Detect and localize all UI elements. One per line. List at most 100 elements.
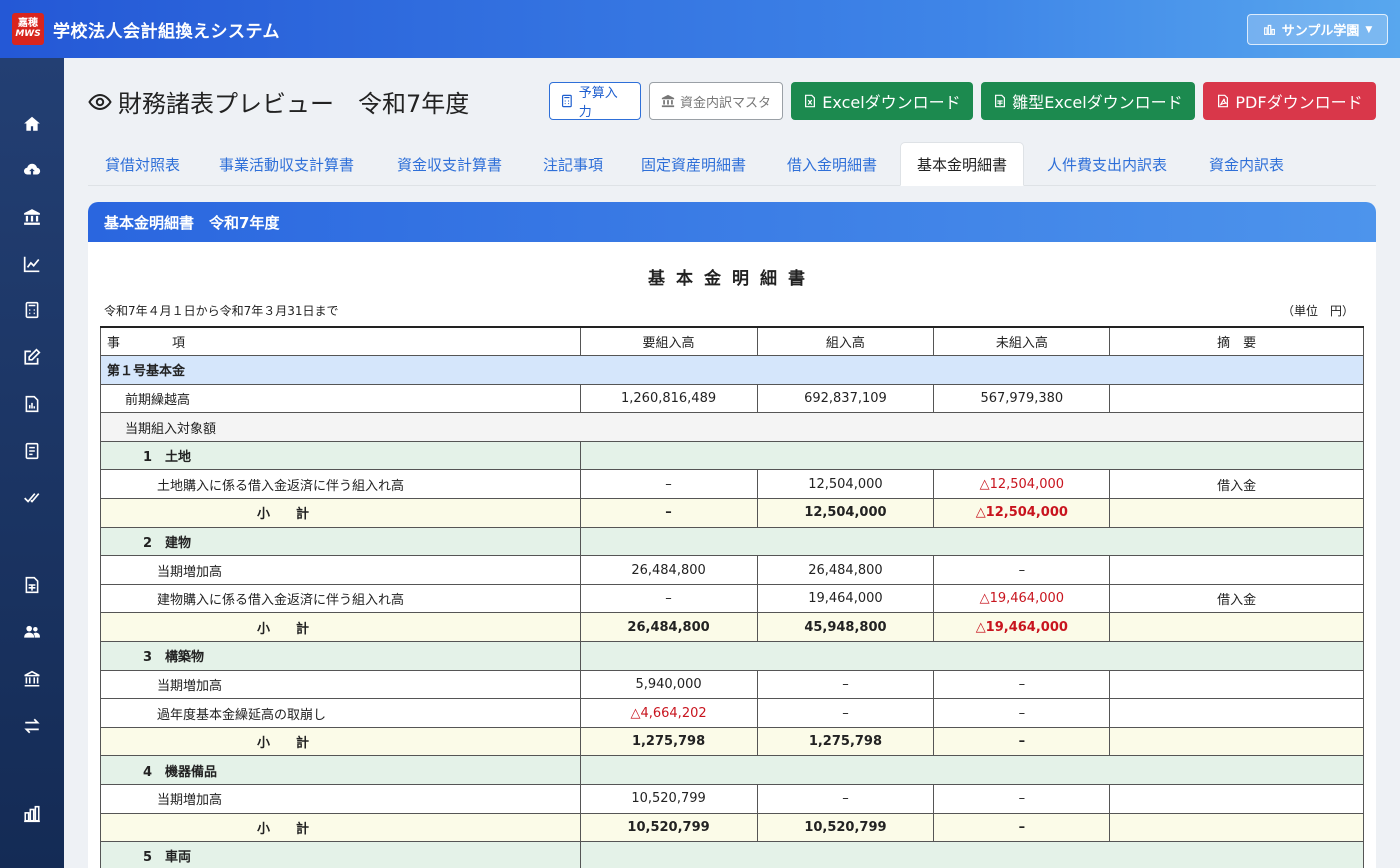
category-label: 1 土地 bbox=[100, 440, 581, 471]
budget-input-button[interactable]: 予算入力 bbox=[549, 82, 641, 120]
category-label: 5 車両 bbox=[100, 841, 581, 868]
table-row: 過年度基本金繰延高の取崩し △4,664,202 – – bbox=[100, 698, 1364, 728]
unincorporated-amount: – bbox=[933, 726, 1111, 757]
remarks bbox=[1109, 383, 1364, 414]
exchange-icon[interactable] bbox=[22, 716, 42, 736]
excel-download-label: Excelダウンロード bbox=[822, 93, 961, 112]
tab-borrowings[interactable]: 借入金明細書 bbox=[787, 142, 877, 186]
edit-icon[interactable] bbox=[22, 347, 42, 367]
unincorporated-amount: – bbox=[933, 555, 1111, 585]
column-header: 要組入高 bbox=[579, 326, 758, 357]
incorporated-amount: 1,275,798 bbox=[756, 726, 935, 757]
category-fill bbox=[579, 755, 1365, 785]
remarks bbox=[1109, 698, 1364, 728]
file-chart-icon[interactable] bbox=[22, 394, 42, 414]
column-header: 事 項 bbox=[100, 326, 581, 357]
subtotal-label: 小 計 bbox=[100, 726, 581, 757]
logo-text-top: 嘉穂 bbox=[18, 18, 38, 29]
report-card: 基本金明細書 令和7年度 基本金明細書 令和7年４月１日から令和7年３月31日ま… bbox=[88, 202, 1376, 868]
pdf-download-button[interactable]: PDFダウンロード bbox=[1203, 82, 1376, 120]
column-header: 摘 要 bbox=[1109, 326, 1364, 357]
app-logo[interactable]: 嘉穂 MWS bbox=[12, 13, 44, 45]
check-double-icon[interactable] bbox=[22, 487, 42, 507]
journal-icon[interactable] bbox=[22, 441, 42, 461]
table-header-row: 事 項 要組入高 組入高 未組入高 摘 要 bbox=[100, 326, 1364, 357]
tab-fund-breakdown[interactable]: 資金内訳表 bbox=[1209, 142, 1284, 186]
calculator-icon[interactable] bbox=[22, 300, 42, 320]
required-amount: – bbox=[579, 583, 758, 614]
remarks bbox=[1109, 612, 1364, 643]
category-row: 4 機器備品 bbox=[100, 755, 1365, 785]
incorporated-amount: – bbox=[756, 669, 935, 700]
category-label: 3 構築物 bbox=[100, 641, 581, 671]
category-row: 3 構築物 bbox=[100, 641, 1365, 671]
row-item: 当期増加高 bbox=[100, 555, 581, 585]
tab-personnel-expenses[interactable]: 人件費支出内訳表 bbox=[1047, 142, 1167, 186]
unincorporated-amount: – bbox=[933, 812, 1111, 843]
column-header: 未組入高 bbox=[933, 326, 1111, 357]
subtotal-row: 小 計 26,484,800 45,948,800 △19,464,000 bbox=[100, 612, 1364, 643]
section-label: 第１号基本金 bbox=[100, 355, 1364, 385]
row-item: 当期増加高 bbox=[100, 784, 581, 814]
required-amount: 26,484,800 bbox=[579, 612, 758, 643]
report-period: 令和7年４月１日から令和7年３月31日まで bbox=[104, 304, 339, 318]
tab-balance-sheet[interactable]: 貸借対照表 bbox=[105, 142, 180, 186]
template-excel-download-button[interactable]: 雛型Excelダウンロード bbox=[981, 82, 1195, 120]
remarks bbox=[1109, 555, 1364, 585]
incorporated-amount: – bbox=[756, 784, 935, 814]
users-icon[interactable] bbox=[22, 622, 42, 642]
home-icon[interactable] bbox=[22, 114, 42, 134]
bank-icon[interactable] bbox=[22, 207, 42, 227]
tab-basic-fund[interactable]: 基本金明細書 bbox=[900, 142, 1025, 186]
required-amount: – bbox=[579, 469, 758, 500]
category-label: 2 建物 bbox=[100, 526, 581, 557]
building-chart-icon[interactable] bbox=[22, 804, 42, 824]
school-selector-button[interactable]: サンプル学園 ▼ bbox=[1247, 14, 1388, 45]
subtotal-row: 小 計 10,520,799 10,520,799 – bbox=[100, 812, 1364, 843]
file-pdf-icon bbox=[1218, 94, 1229, 108]
sidebar bbox=[0, 58, 64, 868]
excel-download-button[interactable]: Excelダウンロード bbox=[791, 82, 973, 120]
required-amount: – bbox=[579, 498, 758, 528]
caret-down-icon: ▼ bbox=[1365, 24, 1373, 35]
report-tabs: 貸借対照表 事業活動収支計算書 資金収支計算書 注記事項 固定資産明細書 借入金… bbox=[88, 142, 1376, 186]
top-bar: 嘉穂 MWS 学校法人会計組換えシステム サンプル学園 ▼ bbox=[0, 0, 1400, 58]
remarks: 借入金 bbox=[1109, 583, 1364, 614]
fund-master-button[interactable]: 資金内訳マスタ bbox=[649, 82, 783, 120]
calculator-icon bbox=[561, 94, 572, 108]
table-row: 当期増加高 5,940,000 – – bbox=[100, 669, 1364, 700]
required-amount: 10,520,799 bbox=[579, 784, 758, 814]
incorporated-amount: 26,484,800 bbox=[756, 555, 935, 585]
table-row: 土地購入に係る借入金返済に伴う組入れ高 – 12,504,000 △12,504… bbox=[100, 469, 1364, 500]
required-amount: △4,664,202 bbox=[579, 698, 758, 728]
row-item: 土地購入に係る借入金返済に伴う組入れ高 bbox=[100, 469, 581, 500]
unincorporated-amount: △19,464,000 bbox=[933, 612, 1111, 643]
remarks bbox=[1109, 784, 1364, 814]
subtotal-label: 小 計 bbox=[100, 498, 581, 528]
bank-icon bbox=[661, 94, 675, 108]
row-item: 過年度基本金繰延高の取崩し bbox=[100, 698, 581, 728]
subtotal-label: 小 計 bbox=[100, 612, 581, 643]
incorporated-amount: 45,948,800 bbox=[756, 612, 935, 643]
file-excel-icon bbox=[805, 94, 816, 108]
basic-fund-table: 事 項 要組入高 組入高 未組入高 摘 要 第１号基本金 前期繰越高 1,260… bbox=[100, 326, 1365, 868]
category-fill bbox=[579, 440, 1365, 471]
category-fill bbox=[579, 841, 1365, 868]
required-amount: 26,484,800 bbox=[579, 555, 758, 585]
tab-fixed-assets[interactable]: 固定資産明細書 bbox=[641, 142, 746, 186]
institution-icon[interactable] bbox=[22, 669, 42, 689]
remarks bbox=[1109, 498, 1364, 528]
chart-line-icon[interactable] bbox=[22, 254, 42, 274]
school-selector-label: サンプル学園 bbox=[1281, 24, 1360, 39]
table-row: 当期増加高 10,520,799 – – bbox=[100, 784, 1364, 814]
document-title: 基本金明細書 bbox=[648, 269, 816, 289]
required-amount: 1,275,798 bbox=[579, 726, 758, 757]
file-spreadsheet-icon bbox=[995, 94, 1006, 108]
tab-cashflow-statement[interactable]: 資金収支計算書 bbox=[397, 142, 502, 186]
tab-activity-statement[interactable]: 事業活動収支計算書 bbox=[219, 142, 354, 186]
unincorporated-amount: △12,504,000 bbox=[933, 498, 1111, 528]
file-spreadsheet-icon[interactable] bbox=[22, 575, 42, 595]
tab-notes[interactable]: 注記事項 bbox=[543, 142, 603, 186]
cloud-upload-icon[interactable] bbox=[22, 160, 42, 180]
group-row: 当期組入対象額 bbox=[100, 412, 1364, 442]
